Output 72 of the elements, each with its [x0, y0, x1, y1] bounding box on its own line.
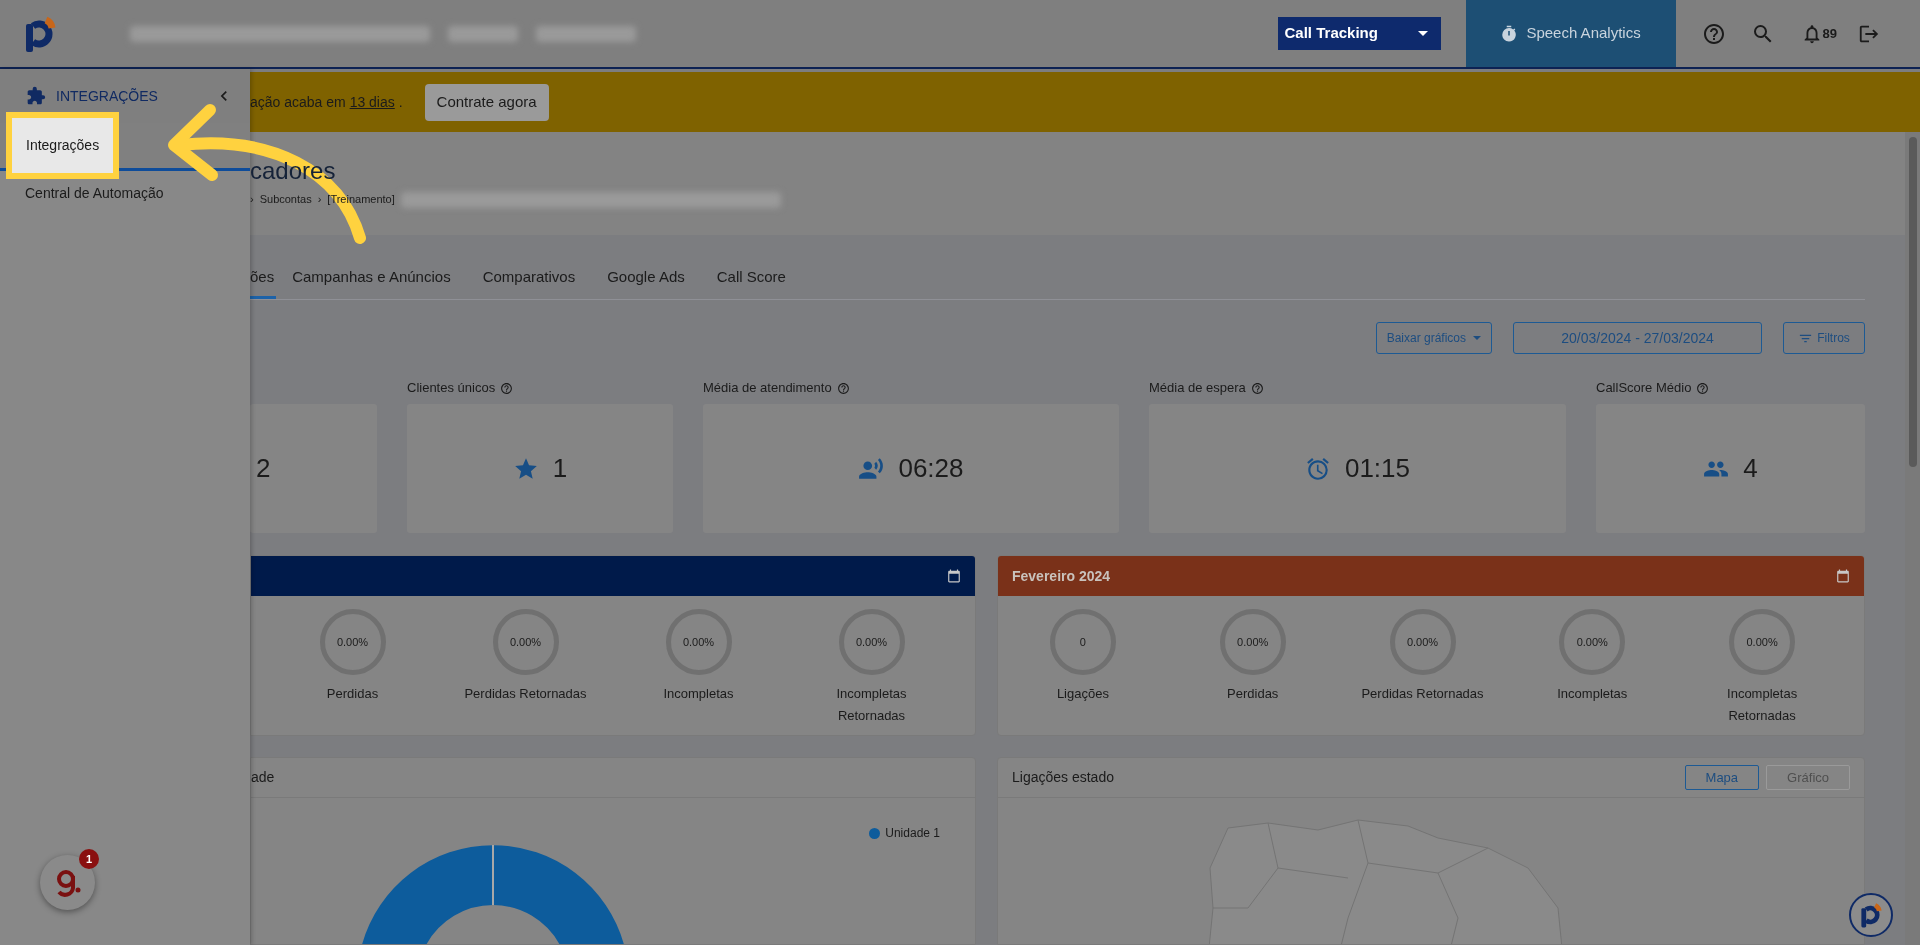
metric-value: 0.00% [1406, 634, 1439, 650]
metric-value: 0.00% [682, 634, 715, 650]
view-toggle[interactable]: Mapa [1684, 765, 1760, 790]
stat-value: 06:28 [898, 452, 964, 485]
tab[interactable]: Campanhas e Anúncios [276, 259, 467, 299]
stat-label: Média de atendimento [703, 379, 832, 398]
calendar-icon[interactable] [947, 569, 961, 583]
metric-label: Ligações [1056, 685, 1109, 703]
contract-button[interactable]: Contrate agora [424, 83, 549, 121]
metric-value: 0.00% [336, 634, 369, 650]
calendar-icon[interactable] [1836, 569, 1850, 583]
metric-value: 0.00% [855, 634, 888, 650]
metric-label: Incompletas Retornadas [1727, 685, 1798, 725]
metric-label: Perdidas [1227, 685, 1279, 703]
tab[interactable]: Google Ads [591, 259, 701, 299]
banner-text: ação acaba em 13 dias . [250, 92, 403, 112]
metric-value: 0.00% [1576, 634, 1608, 650]
breadcrumb-link[interactable]: Subcontas [259, 191, 312, 208]
download-charts-button[interactable]: Baixar gráficos [1375, 322, 1492, 354]
puzzle-icon [26, 86, 46, 106]
product-select[interactable]: Call Tracking [1277, 17, 1441, 50]
metric-label: Incompletas [1557, 685, 1628, 703]
caret-icon [1417, 31, 1428, 36]
card-title: Ligações estado [1012, 768, 1114, 787]
metric-value: 0.00% [1746, 634, 1778, 650]
chat-count-badge: 1 [79, 849, 99, 869]
blurred-text [448, 25, 518, 42]
tab[interactable]: ões [250, 259, 277, 299]
timer-icon [1500, 24, 1519, 43]
help-icon[interactable] [1701, 21, 1726, 46]
metric-label: Perdidas Retornadas [464, 685, 587, 703]
metric-value: 0.00% [509, 634, 542, 650]
metric-label: Incompletas [663, 685, 734, 703]
help-icon[interactable] [1696, 381, 1710, 395]
speech-analytics-button[interactable]: Speech Analytics [1465, 0, 1676, 67]
caret-icon [1473, 336, 1481, 340]
voice-icon [858, 455, 885, 482]
filters-button[interactable]: Filtros [1783, 322, 1865, 354]
stat-value: 1 [552, 452, 568, 485]
logo-icon[interactable] [24, 15, 56, 52]
stat-value: 4 [1743, 452, 1758, 485]
help-icon[interactable] [1250, 381, 1264, 395]
stat-label: Clientes únicos [407, 379, 496, 398]
breadcrumb-separator: › [317, 192, 322, 208]
metric-label: Perdidas [326, 685, 379, 703]
help-widget-button[interactable] [1849, 893, 1893, 937]
logo-icon [1860, 902, 1882, 928]
sidebar-item[interactable]: Central de Automação [25, 182, 164, 204]
date-range-field[interactable]: 20/03/2024 - 27/03/2024 [1513, 322, 1762, 354]
alarm-icon [1304, 455, 1331, 482]
stat-value: 01:15 [1344, 452, 1411, 485]
stat-value: 2 [256, 452, 271, 485]
metric-label: Incompletas Retornadas [836, 685, 907, 725]
sidebar-item[interactable]: Integrações [6, 112, 120, 179]
metric-label: Perdidas Retornadas [1361, 685, 1484, 703]
scrollbar[interactable] [1905, 132, 1920, 945]
chat-badge[interactable] [40, 855, 95, 910]
notifications-button[interactable]: 89 [1800, 22, 1837, 45]
card-title: ade [251, 768, 275, 787]
breadcrumb-separator: › [250, 192, 254, 208]
tab[interactable]: Comparativos [466, 259, 592, 299]
metric-value: 0.00% [1237, 634, 1269, 650]
metric-value: 0 [1079, 634, 1086, 650]
legend-label: Unidade 1 [885, 825, 940, 842]
help-icon[interactable] [836, 381, 850, 395]
sidebar-title: INTEGRAÇÕES [56, 86, 159, 106]
month-title: Fevereiro 2024 [1012, 566, 1111, 586]
help-icon[interactable] [500, 381, 514, 395]
tab[interactable]: Call Score [700, 259, 802, 299]
days-link[interactable]: 13 dias [349, 93, 395, 110]
stat-label: Média de espera [1149, 379, 1246, 398]
stat-label: CallScore Médio [1596, 379, 1692, 398]
